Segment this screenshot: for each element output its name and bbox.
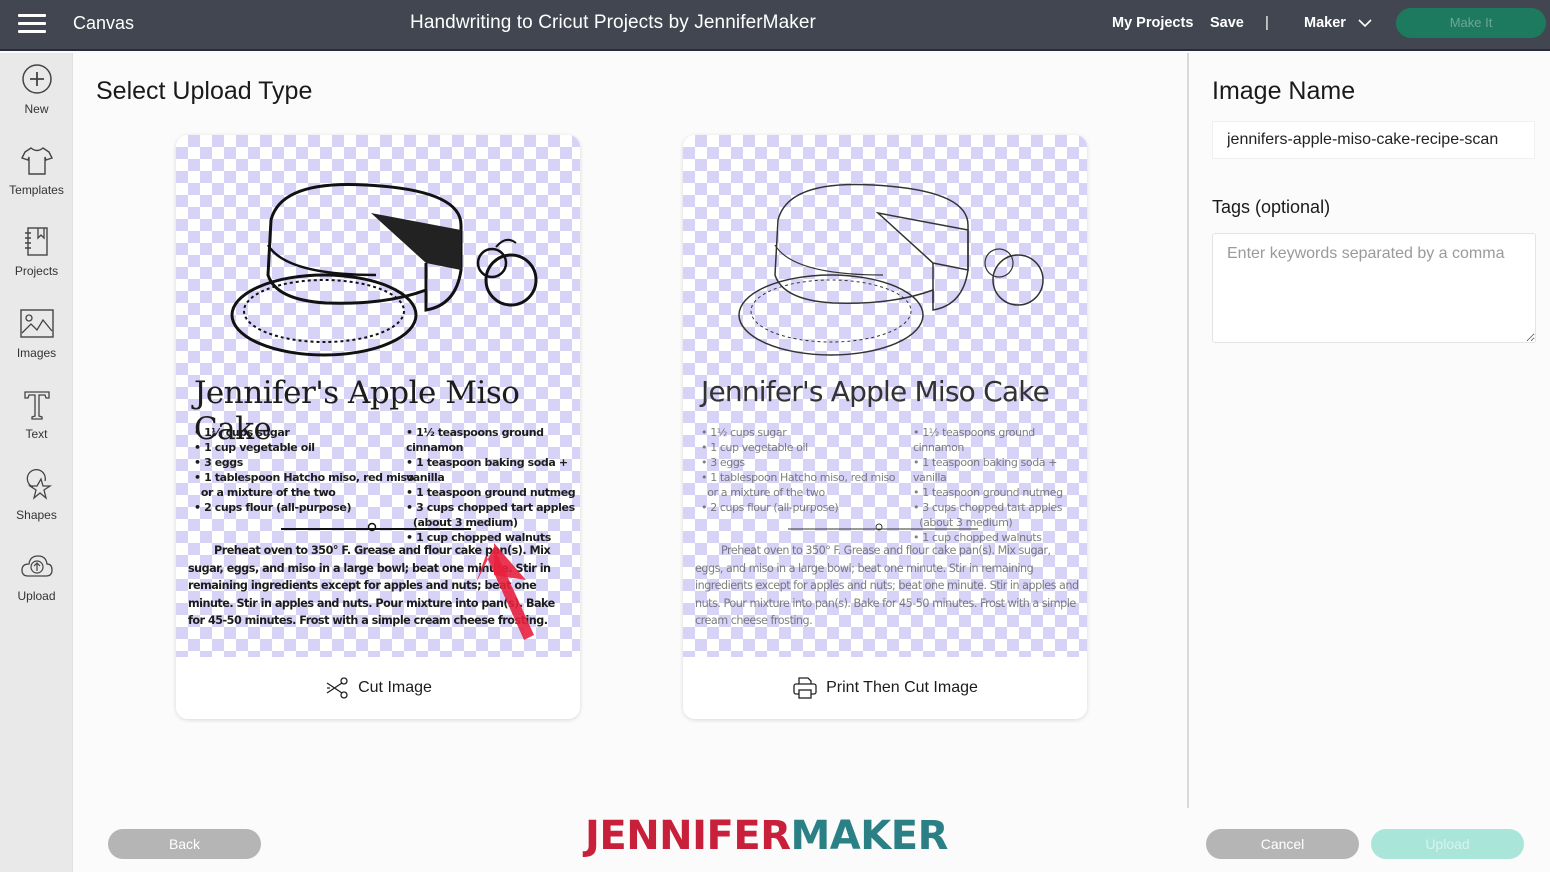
- tshirt-icon: [20, 147, 53, 175]
- separator: |: [1265, 14, 1269, 31]
- tags-label: Tags (optional): [1212, 197, 1331, 217]
- logo-part-2: MAKER: [790, 813, 949, 859]
- cancel-button[interactable]: Cancel: [1206, 829, 1359, 859]
- page-title: Select Upload Type: [96, 77, 313, 105]
- sidebar-item-upload[interactable]: Upload: [0, 550, 73, 622]
- plus-circle-icon: [21, 64, 52, 94]
- ingredients-right: 1½ teaspoons ground cinnamon 1 teaspoon …: [406, 425, 580, 545]
- top-bar: Canvas Handwriting to Cricut Projects by…: [0, 0, 1550, 51]
- cloud-upload-icon: [20, 555, 53, 577]
- sidebar-label: New: [24, 102, 49, 116]
- ingredients-left: 1½ cups sugar 1 cup vegetable oil 3 eggs…: [194, 425, 414, 515]
- sidebar-item-new[interactable]: New: [0, 63, 73, 135]
- sidebar-item-images[interactable]: Images: [0, 307, 73, 379]
- sidebar-item-shapes[interactable]: Shapes: [0, 469, 73, 541]
- sidebar-label: Images: [16, 346, 57, 360]
- printer-icon: [793, 677, 817, 699]
- sidebar-label: Projects: [14, 264, 59, 278]
- sidebar-item-projects[interactable]: Projects: [0, 225, 73, 297]
- main-panel: Select Upload Type Jennifer's Apple Miso…: [74, 53, 1188, 872]
- sidebar-item-templates[interactable]: Templates: [0, 144, 73, 216]
- sidebar-label: Templates: [9, 183, 64, 197]
- chevron-down-icon: [1358, 19, 1372, 28]
- print-then-cut-label: Print Then Cut Image: [826, 679, 978, 696]
- app-title: Canvas: [73, 13, 135, 33]
- sidebar-label: Shapes: [16, 508, 57, 522]
- cut-image-footer[interactable]: Cut Image: [176, 657, 580, 719]
- shapes-icon: [26, 469, 52, 500]
- sidebar-label: Text: [25, 427, 48, 441]
- logo-part-1: JENNIFER: [585, 813, 791, 859]
- back-button[interactable]: Back: [108, 829, 261, 859]
- recipe-directions: Preheat oven to 350° F. Grease and flour…: [695, 544, 1079, 627]
- document-title: Handwriting to Cricut Projects by Jennif…: [410, 12, 816, 33]
- machine-label: Maker: [1304, 15, 1346, 31]
- scissors-icon: [326, 677, 348, 699]
- image-name-label: Image Name: [1212, 77, 1356, 105]
- upload-button[interactable]: Upload: [1371, 829, 1524, 859]
- menu-icon[interactable]: [18, 13, 46, 33]
- image-name-input[interactable]: [1212, 121, 1535, 159]
- ingredients-right: 1½ teaspoons ground cinnamon 1 teaspoon …: [913, 425, 1087, 545]
- jennifermaker-logo: JENNIFERMAKER: [585, 814, 948, 858]
- machine-selector[interactable]: Maker: [1304, 15, 1372, 31]
- text-t-icon: [23, 391, 50, 420]
- cut-image-label: Cut Image: [358, 679, 432, 696]
- image-details-panel: Image Name Tags (optional): [1189, 53, 1550, 872]
- recipe-title: Jennifer's Apple Miso Cake: [701, 375, 1050, 408]
- sidebar-label: Upload: [17, 589, 56, 603]
- image-preview: Jennifer's Apple Miso Cake 1½ cups sugar…: [176, 135, 580, 657]
- sidebar: New Templates Projects Images Text Shape…: [0, 53, 73, 872]
- cut-image-option[interactable]: Jennifer's Apple Miso Cake 1½ cups sugar…: [176, 135, 580, 719]
- notebook-icon: [24, 227, 48, 256]
- recipe-directions: Preheat oven to 350° F. Grease and flour…: [188, 544, 555, 627]
- ingredients-left: 1½ cups sugar 1 cup vegetable oil 3 eggs…: [701, 425, 895, 515]
- image-icon: [19, 309, 54, 338]
- tags-input[interactable]: [1212, 233, 1536, 343]
- sidebar-item-text[interactable]: Text: [0, 388, 73, 460]
- my-projects-link[interactable]: My Projects: [1112, 15, 1193, 31]
- print-then-cut-footer[interactable]: Print Then Cut Image: [683, 657, 1087, 719]
- image-preview: Jennifer's Apple Miso Cake 1½ cups sugar…: [683, 135, 1087, 657]
- save-link[interactable]: Save: [1210, 15, 1244, 31]
- make-it-button[interactable]: Make It: [1396, 8, 1546, 38]
- print-then-cut-option[interactable]: Jennifer's Apple Miso Cake 1½ cups sugar…: [683, 135, 1087, 719]
